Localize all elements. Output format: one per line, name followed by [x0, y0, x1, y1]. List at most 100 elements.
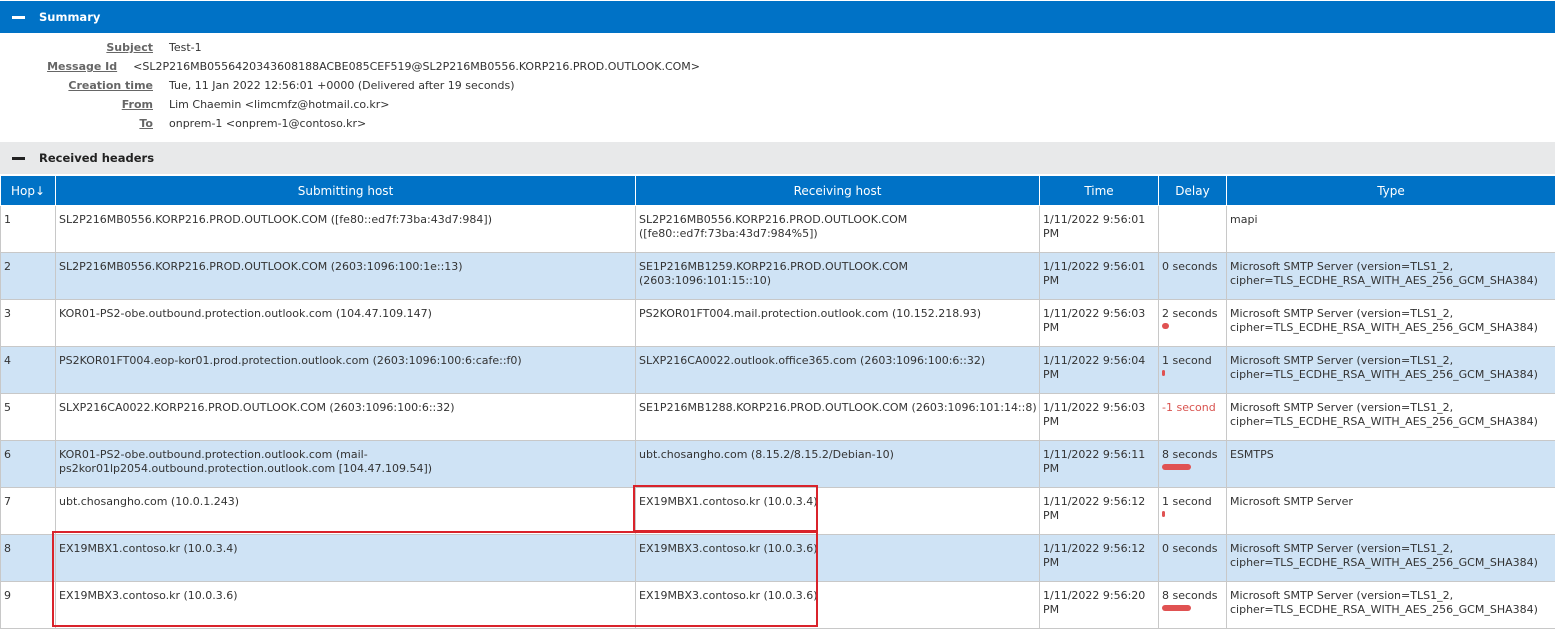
received-headers-table: Hop↓ Submitting host Receiving host Time…	[0, 175, 1555, 629]
time-cell: 1/11/2022 9:56:12 PM	[1039, 487, 1159, 535]
receiving-host-cell: SLXP216CA0022.outlook.office365.com (260…	[635, 346, 1040, 394]
time-cell: 1/11/2022 9:56:12 PM	[1039, 534, 1159, 582]
table-row: 1 SL2P216MB0556.KORP216.PROD.OUTLOOK.COM…	[0, 205, 1555, 253]
delay-text: 8 seconds	[1162, 448, 1218, 461]
table-row: 6 KOR01-PS2-obe.outbound.protection.outl…	[0, 440, 1555, 488]
delay-text: 2 seconds	[1162, 307, 1218, 320]
creation-time-value: Tue, 11 Jan 2022 12:56:01 +0000 (Deliver…	[169, 79, 515, 92]
table-row: 7 ubt.chosangho.com (10.0.1.243) EX19MBX…	[0, 487, 1555, 535]
table-row: 4 PS2KOR01FT004.eop-kor01.prod.protectio…	[0, 346, 1555, 394]
type-cell: Microsoft SMTP Server	[1226, 487, 1555, 535]
delay-cell: 1 second	[1158, 346, 1227, 394]
hop-cell: 3	[0, 299, 56, 347]
time-cell: 1/11/2022 9:56:11 PM	[1039, 440, 1159, 488]
from-label[interactable]: From	[0, 98, 153, 111]
summary-row-subject: Subject Test-1	[0, 38, 700, 57]
hop-cell: 2	[0, 252, 56, 300]
receiving-host-cell: SE1P216MB1288.KORP216.PROD.OUTLOOK.COM (…	[635, 393, 1040, 441]
type-cell: Microsoft SMTP Server (version=TLS1_2, c…	[1226, 393, 1555, 441]
submitting-host-cell: SL2P216MB0556.KORP216.PROD.OUTLOOK.COM (…	[55, 205, 636, 253]
delay-cell	[1158, 205, 1227, 253]
table-row: 5 SLXP216CA0022.KORP216.PROD.OUTLOOK.COM…	[0, 393, 1555, 441]
hop-cell: 4	[0, 346, 56, 394]
summary-row-message-id: Message Id <SL2P216MB0556420343608188ACB…	[0, 57, 700, 76]
type-cell: mapi	[1226, 205, 1555, 253]
collapse-icon[interactable]	[12, 156, 25, 160]
submitting-host-cell: SLXP216CA0022.KORP216.PROD.OUTLOOK.COM (…	[55, 393, 636, 441]
submitting-host-cell: PS2KOR01FT004.eop-kor01.prod.protection.…	[55, 346, 636, 394]
column-header-submitting-host[interactable]: Submitting host	[55, 175, 636, 206]
time-cell: 1/11/2022 9:56:04 PM	[1039, 346, 1159, 394]
table-row: 9 EX19MBX3.contoso.kr (10.0.3.6) EX19MBX…	[0, 581, 1555, 629]
delay-cell: 8 seconds	[1158, 440, 1227, 488]
column-header-receiving-host[interactable]: Receiving host	[635, 175, 1040, 206]
delay-cell: 1 second	[1158, 487, 1227, 535]
receiving-host-cell: EX19MBX3.contoso.kr (10.0.3.6)	[635, 534, 1040, 582]
submitting-host-cell: SL2P216MB0556.KORP216.PROD.OUTLOOK.COM (…	[55, 252, 636, 300]
time-cell: 1/11/2022 9:56:01 PM	[1039, 252, 1159, 300]
hop-cell: 1	[0, 205, 56, 253]
hop-cell: 6	[0, 440, 56, 488]
table-row: 2 SL2P216MB0556.KORP216.PROD.OUTLOOK.COM…	[0, 252, 1555, 300]
hop-cell: 8	[0, 534, 56, 582]
type-cell: Microsoft SMTP Server (version=TLS1_2, c…	[1226, 581, 1555, 629]
delay-bar	[1162, 605, 1191, 611]
table-row: 8 EX19MBX1.contoso.kr (10.0.3.4) EX19MBX…	[0, 534, 1555, 582]
to-label[interactable]: To	[0, 117, 153, 130]
message-id-value: <SL2P216MB0556420343608188ACBE085CEF519@…	[133, 60, 700, 73]
delay-cell: 0 seconds	[1158, 252, 1227, 300]
summary-title: Summary	[39, 10, 101, 24]
delay-cell: 2 seconds	[1158, 299, 1227, 347]
summary-section-header[interactable]: Summary	[0, 1, 1555, 33]
summary-row-to: To onprem-1 <onprem-1@contoso.kr>	[0, 114, 700, 133]
received-headers-section-header[interactable]: Received headers	[0, 142, 1555, 174]
delay-text: 0 seconds	[1162, 260, 1218, 273]
delay-bar	[1162, 323, 1169, 329]
hop-cell: 9	[0, 581, 56, 629]
subject-label[interactable]: Subject	[0, 41, 153, 54]
to-value: onprem-1 <onprem-1@contoso.kr>	[169, 117, 367, 130]
submitting-host-cell: KOR01-PS2-obe.outbound.protection.outloo…	[55, 299, 636, 347]
delay-text: 1 second	[1162, 354, 1212, 367]
from-value: Lim Chaemin <limcmfz@hotmail.co.kr>	[169, 98, 390, 111]
column-header-type[interactable]: Type	[1226, 175, 1555, 206]
receiving-host-cell: ubt.chosangho.com (8.15.2/8.15.2/Debian-…	[635, 440, 1040, 488]
delay-bar	[1162, 511, 1165, 517]
collapse-icon[interactable]	[12, 15, 25, 19]
submitting-host-cell: EX19MBX1.contoso.kr (10.0.3.4)	[55, 534, 636, 582]
subject-value: Test-1	[169, 41, 202, 54]
type-cell: ESMTPS	[1226, 440, 1555, 488]
creation-time-label[interactable]: Creation time	[0, 79, 153, 92]
received-headers-title: Received headers	[39, 151, 155, 165]
hop-cell: 5	[0, 393, 56, 441]
time-cell: 1/11/2022 9:56:03 PM	[1039, 299, 1159, 347]
column-header-delay[interactable]: Delay	[1158, 175, 1227, 206]
delay-text: 0 seconds	[1162, 542, 1218, 555]
hop-cell: 7	[0, 487, 56, 535]
receiving-host-cell: EX19MBX3.contoso.kr (10.0.3.6)	[635, 581, 1040, 629]
type-cell: Microsoft SMTP Server (version=TLS1_2, c…	[1226, 252, 1555, 300]
delay-cell: 8 seconds	[1158, 581, 1227, 629]
delay-text: 1 second	[1162, 495, 1212, 508]
summary-fields: Subject Test-1 Message Id <SL2P216MB0556…	[0, 38, 700, 133]
column-header-time[interactable]: Time	[1039, 175, 1159, 206]
time-cell: 1/11/2022 9:56:03 PM	[1039, 393, 1159, 441]
column-header-hop[interactable]: Hop↓	[0, 175, 56, 206]
delay-cell: 0 seconds	[1158, 534, 1227, 582]
type-cell: Microsoft SMTP Server (version=TLS1_2, c…	[1226, 299, 1555, 347]
type-cell: Microsoft SMTP Server (version=TLS1_2, c…	[1226, 534, 1555, 582]
summary-row-creation-time: Creation time Tue, 11 Jan 2022 12:56:01 …	[0, 76, 700, 95]
submitting-host-cell: KOR01-PS2-obe.outbound.protection.outloo…	[55, 440, 636, 488]
receiving-host-cell: PS2KOR01FT004.mail.protection.outlook.co…	[635, 299, 1040, 347]
delay-cell: -1 second	[1158, 393, 1227, 441]
submitting-host-cell: ubt.chosangho.com (10.0.1.243)	[55, 487, 636, 535]
type-cell: Microsoft SMTP Server (version=TLS1_2, c…	[1226, 346, 1555, 394]
delay-bar	[1162, 370, 1165, 376]
time-cell: 1/11/2022 9:56:01 PM	[1039, 205, 1159, 253]
delay-text: 8 seconds	[1162, 589, 1218, 602]
submitting-host-cell: EX19MBX3.contoso.kr (10.0.3.6)	[55, 581, 636, 629]
delay-text: -1 second	[1162, 401, 1216, 414]
summary-row-from: From Lim Chaemin <limcmfz@hotmail.co.kr>	[0, 95, 700, 114]
delay-bar	[1162, 464, 1191, 470]
message-id-label[interactable]: Message Id	[0, 60, 117, 73]
